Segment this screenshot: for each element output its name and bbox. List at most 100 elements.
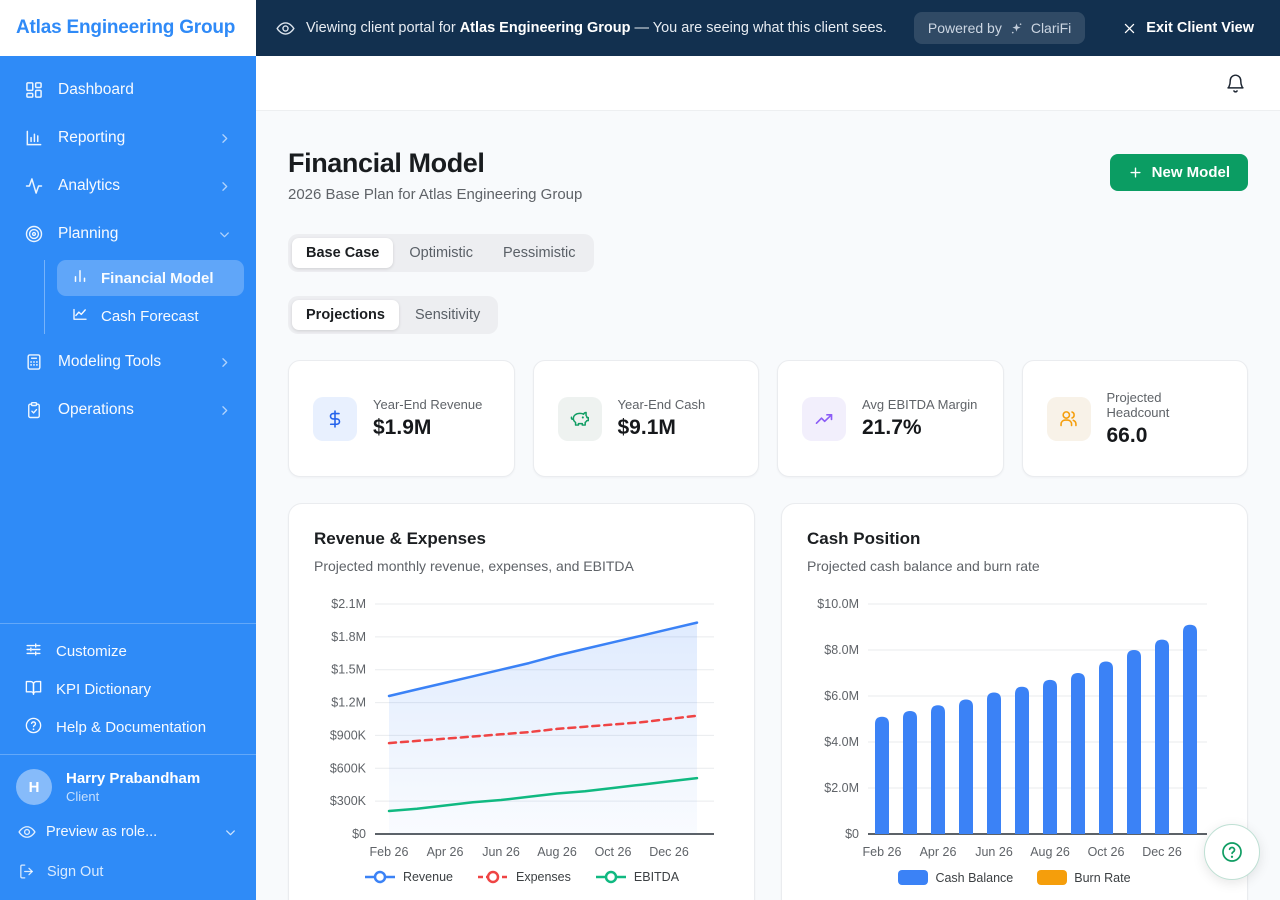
sign-out-button[interactable]: Sign Out xyxy=(16,863,240,886)
cash-position-chart-card: Cash Position Projected cash balance and… xyxy=(781,503,1248,900)
sliders-icon xyxy=(24,640,43,663)
brand-logo: Atlas Engineering Group xyxy=(0,0,256,56)
sign-out-icon xyxy=(18,863,35,880)
powered-by-chip[interactable]: Powered by ClariFi xyxy=(913,12,1086,44)
svg-text:$0: $0 xyxy=(352,827,366,841)
sidebar-item-customize[interactable]: Customize xyxy=(12,632,244,670)
sidebar-item-dashboard[interactable]: Dashboard xyxy=(12,66,244,114)
user-block: H Harry Prabandham Client Preview as rol… xyxy=(0,754,256,900)
view-tabs: Projections Sensitivity xyxy=(288,296,499,334)
sidebar-item-reporting[interactable]: Reporting xyxy=(12,114,244,162)
chevron-right-icon xyxy=(217,131,232,146)
preview-as-role-select[interactable]: Preview as role... xyxy=(16,823,240,841)
kpi-card-avg-ebitda-margin: Avg EBITDA Margin 21.7% xyxy=(777,360,1004,477)
line-chart-icon xyxy=(71,305,89,327)
impersonation-message: Viewing client portal for Atlas Engineer… xyxy=(306,20,887,36)
legend-item: Cash Balance xyxy=(898,870,1013,885)
book-open-icon xyxy=(24,678,43,701)
page-subtitle: 2026 Base Plan for Atlas Engineering Gro… xyxy=(288,186,583,203)
chart-subtitle: Projected monthly revenue, expenses, and… xyxy=(314,558,634,574)
clipboard-check-icon xyxy=(24,400,44,420)
svg-text:Apr 26: Apr 26 xyxy=(427,845,464,859)
help-fab-button[interactable] xyxy=(1204,824,1260,880)
sidebar-item-label: Help & Documentation xyxy=(56,718,207,736)
notification-bell-icon[interactable] xyxy=(1225,73,1246,94)
kpi-value: $1.9M xyxy=(373,416,432,439)
sidebar: Dashboard Reporting Analytics Planning F… xyxy=(0,56,256,900)
sidebar-item-financial-model[interactable]: Financial Model xyxy=(57,260,244,296)
top-bar: Atlas Engineering Group Viewing client p… xyxy=(0,0,1280,56)
activity-icon xyxy=(24,176,44,196)
svg-text:$900K: $900K xyxy=(330,728,367,742)
svg-text:Dec 26: Dec 26 xyxy=(1142,845,1182,859)
tab-optimistic[interactable]: Optimistic xyxy=(395,238,487,268)
sidebar-item-planning[interactable]: Planning xyxy=(12,210,244,258)
revenue-expenses-chart: $2.1M $1.8M $1.5M $1.2M $900K $600K $300K $0 Feb… xyxy=(330,597,714,859)
help-circle-icon xyxy=(24,716,43,739)
column-chart-icon xyxy=(71,267,89,289)
kpi-label: Year-End Cash xyxy=(617,397,706,412)
kpi-label: Avg EBITDA Margin xyxy=(862,397,978,412)
sidebar-item-analytics[interactable]: Analytics xyxy=(12,162,244,210)
revenue-expenses-chart-card: Revenue & Expenses Projected monthly rev… xyxy=(288,503,755,900)
sidebar-item-label: Analytics xyxy=(58,177,121,194)
sidebar-item-operations[interactable]: Operations xyxy=(12,386,244,434)
trending-up-icon xyxy=(802,396,846,441)
sidebar-item-label: Cash Forecast xyxy=(101,307,199,325)
sidebar-item-label: KPI Dictionary xyxy=(56,680,152,698)
sparkles-icon xyxy=(1009,21,1024,36)
piggy-bank-icon xyxy=(557,396,602,441)
svg-text:$2.1M: $2.1M xyxy=(331,597,366,611)
question-circle-icon xyxy=(1220,840,1244,864)
tab-projections[interactable]: Projections xyxy=(292,300,399,330)
tab-pessimistic[interactable]: Pessimistic xyxy=(489,238,590,268)
svg-text:$4.0M: $4.0M xyxy=(824,735,859,749)
page-title: Financial Model xyxy=(288,148,485,178)
sidebar-item-help-documentation[interactable]: Help & Documentation xyxy=(12,708,244,746)
kpi-label: Year-End Revenue xyxy=(373,397,483,412)
main-area: Financial Model 2026 Base Plan for Atlas… xyxy=(256,56,1280,900)
sidebar-item-label: Dashboard xyxy=(58,81,134,98)
tab-sensitivity[interactable]: Sensitivity xyxy=(401,300,494,330)
user-name: Harry Prabandham xyxy=(66,770,201,787)
svg-text:$0: $0 xyxy=(845,827,859,841)
close-icon xyxy=(1122,21,1137,36)
chevron-right-icon xyxy=(217,403,232,418)
sidebar-item-kpi-dictionary[interactable]: KPI Dictionary xyxy=(12,670,244,708)
charts-row: Revenue & Expenses Projected monthly rev… xyxy=(288,503,1248,900)
legend-item: Burn Rate xyxy=(1037,870,1131,885)
legend-item: EBITDA xyxy=(595,870,679,884)
chevron-right-icon xyxy=(217,355,232,370)
avatar: H xyxy=(16,769,52,805)
impersonation-bar: Viewing client portal for Atlas Engineer… xyxy=(256,0,1280,56)
plus-icon xyxy=(1128,165,1143,180)
revenue-expenses-legend: Revenue Expenses EBITDA xyxy=(314,870,729,884)
chart-subtitle: Projected cash balance and burn rate xyxy=(807,558,1040,574)
kpi-value: 66.0 xyxy=(1106,423,1148,447)
svg-text:Aug 26: Aug 26 xyxy=(537,845,577,859)
bar-chart-icon xyxy=(24,128,44,148)
svg-text:Aug 26: Aug 26 xyxy=(1030,845,1070,859)
exit-client-view-button[interactable]: Exit Client View xyxy=(1122,20,1254,36)
cash-position-legend: Cash Balance Burn Rate xyxy=(807,870,1222,885)
kpi-value: 21.7% xyxy=(862,416,922,439)
users-icon xyxy=(1046,396,1091,441)
sign-out-label: Sign Out xyxy=(47,863,104,880)
scenario-tabs: Base Case Optimistic Pessimistic xyxy=(288,234,594,272)
page-content: Financial Model 2026 Base Plan for Atlas… xyxy=(256,111,1280,900)
sidebar-item-cash-forecast[interactable]: Cash Forecast xyxy=(57,298,244,334)
kpi-label: Projected Headcount xyxy=(1106,389,1170,420)
main-header xyxy=(256,56,1280,111)
new-model-button[interactable]: New Model xyxy=(1109,154,1248,191)
tab-base-case[interactable]: Base Case xyxy=(292,238,394,268)
preview-as-role-label: Preview as role... xyxy=(46,824,158,840)
chart-title: Cash Position xyxy=(807,529,921,548)
sidebar-item-modeling-tools[interactable]: Modeling Tools xyxy=(12,338,244,386)
chevron-down-icon xyxy=(223,825,238,840)
kpi-cards: Year-End Revenue $1.9M Year-End Cash $9.… xyxy=(288,360,1248,477)
legend-item: Expenses xyxy=(477,870,571,884)
svg-text:$1.2M: $1.2M xyxy=(331,696,366,710)
dollar-sign-icon xyxy=(313,396,357,441)
svg-text:Feb 26: Feb 26 xyxy=(370,845,409,859)
eye-icon xyxy=(276,19,295,38)
